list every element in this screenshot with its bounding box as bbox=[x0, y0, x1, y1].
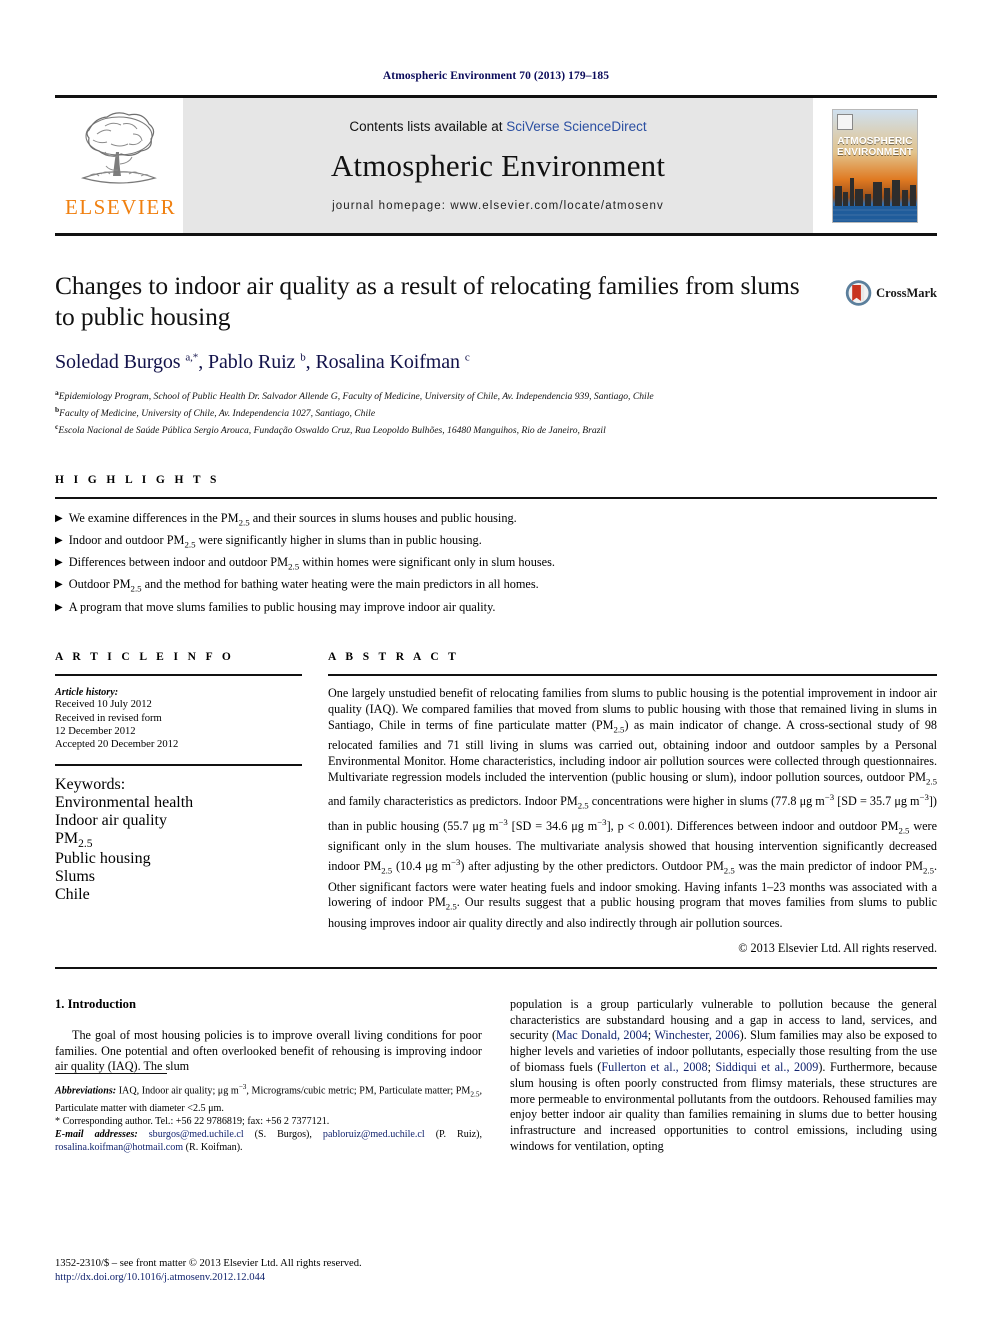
list-item: ▶ Outdoor PM2.5 and the method for bathin… bbox=[55, 576, 937, 598]
cover-skyline-icon bbox=[833, 177, 917, 222]
highlights-heading: H I G H L I G H T S bbox=[55, 474, 220, 487]
footnote-block: Abbreviations: IAQ, Indoor air quality; … bbox=[55, 1073, 482, 1154]
list-item: ▶ A program that move slums families to p… bbox=[55, 599, 937, 617]
crossmark-label: CrossMark bbox=[876, 285, 937, 300]
crossmark-icon bbox=[845, 280, 872, 306]
keyword-item: Environmental health bbox=[55, 793, 194, 811]
history-line: Accepted 20 December 2012 bbox=[55, 739, 179, 751]
intro-paragraph-right: population is a group particularly vulne… bbox=[510, 996, 938, 1153]
triangle-bullet-icon: ▶ bbox=[55, 601, 63, 613]
highlight-text: Indoor and outdoor PM2.5 were significan… bbox=[68, 533, 482, 550]
keyword-item: Chile bbox=[55, 885, 90, 903]
page-title: Changes to indoor air quality as a resul… bbox=[55, 271, 800, 331]
affiliation-item: cEscola Nacional de Saúde Pública Sergio… bbox=[55, 421, 606, 436]
contents-available-line: Contents lists available at SciVerse Sci… bbox=[349, 119, 646, 134]
abstract-text: One largely unstudied benefit of relocat… bbox=[328, 686, 938, 930]
keyword-item: Public housing bbox=[55, 849, 151, 867]
affiliation-list: aEpidemiology Program, School of Public … bbox=[55, 387, 937, 437]
triangle-bullet-icon: ▶ bbox=[55, 557, 63, 569]
highlight-text: Outdoor PM2.5 and the method for bathing… bbox=[68, 577, 539, 594]
keywords-label: Keywords: bbox=[55, 775, 126, 793]
abstract-column: A B S T R A C T One largely unstudied be… bbox=[328, 651, 937, 956]
triangle-bullet-icon: ▶ bbox=[55, 513, 63, 525]
list-item: ▶ We examine differences in the PM2.5 and… bbox=[55, 510, 937, 532]
article-info-column: A R T I C L E I N F O Article history: R… bbox=[55, 651, 302, 956]
history-line: 12 December 2012 bbox=[55, 725, 136, 737]
article-history-label: Article history: bbox=[55, 687, 119, 699]
abstract-heading: A B S T R A C T bbox=[328, 651, 460, 664]
article-info-rule bbox=[55, 674, 302, 677]
affiliation-item: bFaculty of Medicine, University of Chil… bbox=[55, 404, 376, 419]
footnote-rule bbox=[55, 1073, 167, 1075]
article-first-page: Atmospheric Environment 70 (2013) 179–18… bbox=[0, 0, 992, 1323]
info-abstract-row: A R T I C L E I N F O Article history: R… bbox=[55, 651, 937, 956]
doi-link[interactable]: http://dx.doi.org/10.1016/j.atmosenv.201… bbox=[55, 1271, 475, 1285]
list-item: ▶ Differences between indoor and outdoor … bbox=[55, 554, 937, 576]
highlights-section: H I G H L I G H T S ▶ We examine differen… bbox=[55, 474, 937, 616]
abstract-bottom-rule bbox=[55, 966, 937, 969]
article-info-heading: A R T I C L E I N F O bbox=[55, 651, 235, 664]
abstract-copyright: © 2013 Elsevier Ltd. All rights reserved… bbox=[738, 940, 937, 955]
history-line: Received 10 July 2012 bbox=[55, 699, 152, 711]
highlight-text: Differences between indoor and outdoor P… bbox=[68, 555, 555, 572]
article-history: Article history: Received 10 July 2012 R… bbox=[55, 687, 302, 752]
highlight-text: We examine differences in the PM2.5 and … bbox=[68, 511, 517, 528]
cover-badge-icon bbox=[837, 113, 853, 130]
body-two-column: 1. Introduction The goal of most housing… bbox=[55, 997, 937, 1155]
triangle-bullet-icon: ▶ bbox=[55, 579, 63, 591]
title-block: CrossMark Changes to indoor air quality … bbox=[55, 236, 937, 437]
contents-prefix: Contents lists available at bbox=[349, 119, 507, 134]
journal-banner: ELSEVIER Contents lists available at Sci… bbox=[55, 95, 937, 236]
sciencedirect-link[interactable]: SciVerse ScienceDirect bbox=[506, 119, 646, 134]
cover-title: ATMOSPHERIC ENVIRONMENT bbox=[836, 135, 914, 158]
keyword-item: Slums bbox=[55, 867, 96, 885]
author-list: Soledad Burgos a,*, Pablo Ruiz b, Rosali… bbox=[55, 351, 470, 373]
journal-title: Atmospheric Environment bbox=[330, 148, 666, 183]
intro-paragraph-left: The goal of most housing policies is to … bbox=[55, 1027, 482, 1074]
keyword-item: Indoor air quality bbox=[55, 811, 167, 829]
footnote-abbreviations: Abbreviations: IAQ, Indoor air quality; … bbox=[55, 1083, 482, 1114]
crossmark-badge[interactable]: CrossMark bbox=[845, 270, 937, 316]
elsevier-tree-icon bbox=[80, 111, 157, 184]
journal-cover-thumbnail: ATMOSPHERIC ENVIRONMENT bbox=[813, 98, 937, 233]
journal-banner-center: Contents lists available at SciVerse Sci… bbox=[183, 98, 813, 233]
body-column-left: 1. Introduction The goal of most housing… bbox=[55, 997, 482, 1155]
running-head: Atmospheric Environment 70 (2013) 179–18… bbox=[382, 70, 610, 82]
publisher-logo: ELSEVIER bbox=[55, 98, 183, 233]
highlights-rule bbox=[55, 497, 937, 500]
body-column-right: population is a group particularly vulne… bbox=[510, 997, 937, 1155]
affiliation-item: aEpidemiology Program, School of Public … bbox=[55, 388, 654, 403]
highlight-text: A program that move slums families to pu… bbox=[68, 599, 496, 614]
section-heading-introduction: 1. Introduction bbox=[55, 996, 136, 1011]
list-item: ▶ Indoor and outdoor PM2.5 were significa… bbox=[55, 532, 937, 554]
keyword-item: PM2.5 bbox=[55, 829, 93, 850]
front-matter-line: 1352-2310/$ – see front matter © 2013 El… bbox=[55, 1258, 362, 1269]
footnote-email-addresses[interactable]: E-mail addresses: sburgos@med.uchile.cl … bbox=[55, 1128, 482, 1154]
footnote-corresponding-author: * Corresponding author. Tel.: +56 22 978… bbox=[55, 1116, 330, 1128]
keywords-block: Keywords: Environmental health Indoor ai… bbox=[55, 776, 302, 904]
imprint-block: 1352-2310/$ – see front matter © 2013 El… bbox=[55, 1257, 475, 1285]
elsevier-wordmark: ELSEVIER bbox=[65, 194, 177, 219]
journal-homepage[interactable]: journal homepage: www.elsevier.com/locat… bbox=[332, 200, 664, 212]
triangle-bullet-icon: ▶ bbox=[55, 535, 63, 547]
history-line: Received in revised form bbox=[55, 712, 162, 724]
abstract-rule bbox=[328, 674, 937, 677]
highlights-list: ▶ We examine differences in the PM2.5 and… bbox=[55, 510, 937, 616]
keywords-rule bbox=[55, 763, 302, 766]
